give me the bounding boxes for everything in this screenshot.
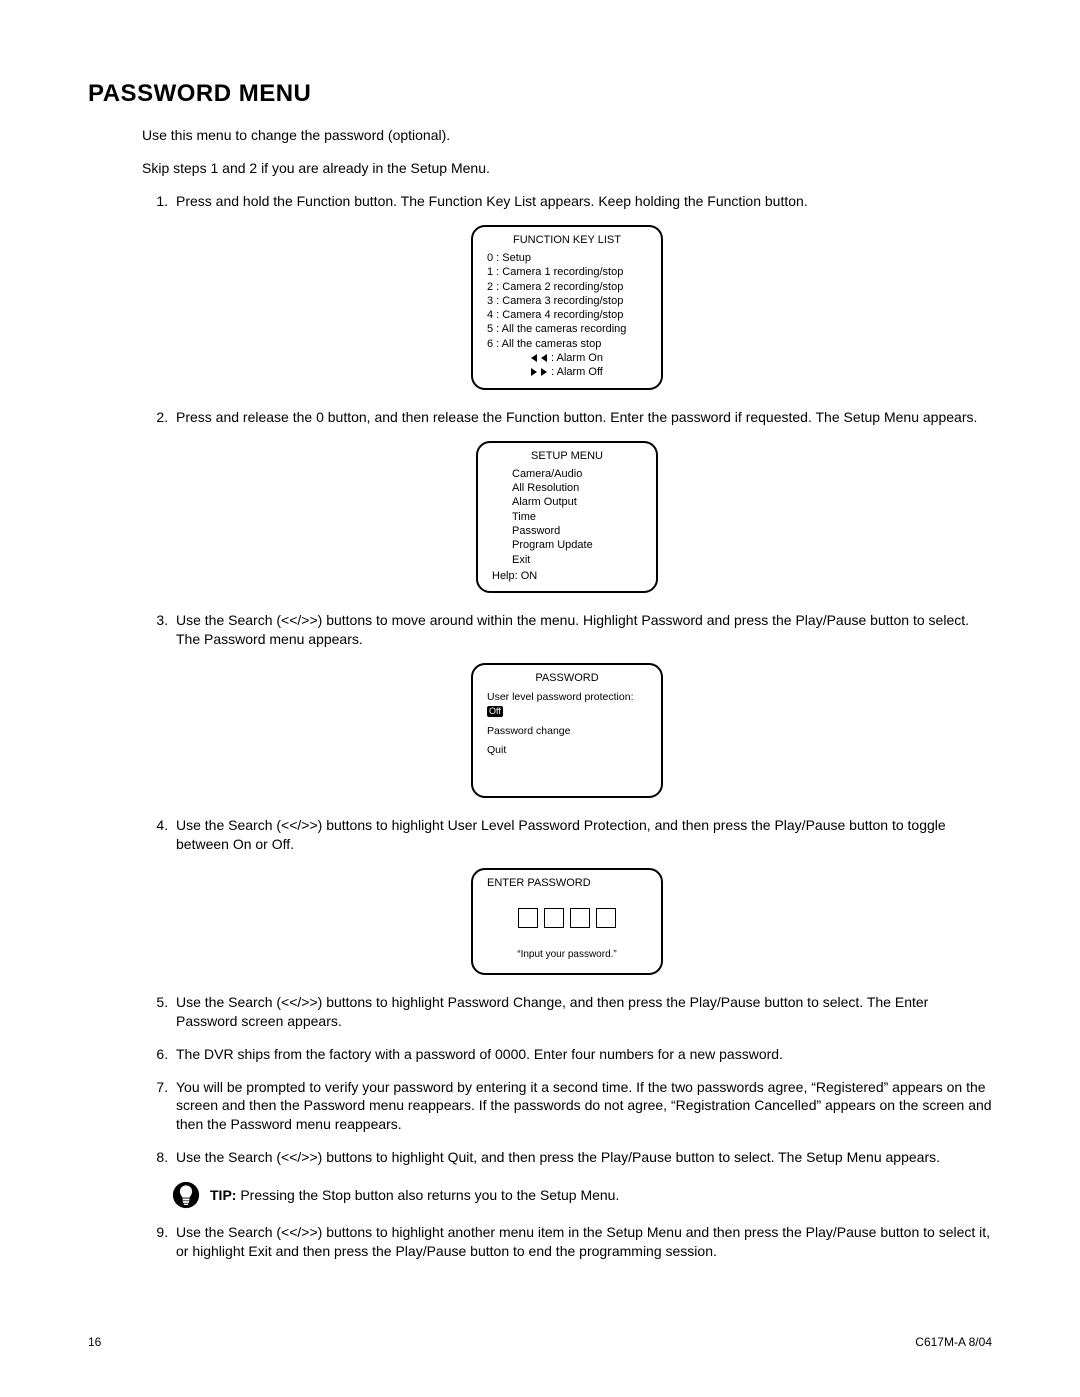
enter-password-msg: “Input your password.” xyxy=(487,948,647,961)
setup-item-6: Exit xyxy=(512,553,642,567)
step-3: Use the Search (<</>>) buttons to move a… xyxy=(172,611,992,649)
setup-item-5: Program Update xyxy=(512,538,642,552)
setup-help: Help: ON xyxy=(492,569,642,583)
step-8: Use the Search (<</>>) buttons to highli… xyxy=(172,1148,992,1167)
step-7: You will be prompted to verify your pass… xyxy=(172,1078,992,1135)
step-5: Use the Search (<</>>) buttons to highli… xyxy=(172,993,992,1031)
intro-para-1: Use this menu to change the password (op… xyxy=(142,126,992,145)
fkl-item-4: 4 : Camera 4 recording/stop xyxy=(487,308,647,322)
page-title: PASSWORD MENU xyxy=(88,80,992,108)
setup-item-2: Alarm Output xyxy=(512,495,642,509)
fkl-item-2: 2 : Camera 2 recording/stop xyxy=(487,280,647,294)
intro-para-2: Skip steps 1 and 2 if you are already in… xyxy=(142,159,992,178)
rewind-icon xyxy=(531,354,537,362)
forward-icon xyxy=(531,368,537,376)
step-9: Use the Search (<</>>) buttons to highli… xyxy=(172,1223,992,1261)
pwd-row1-value: Off xyxy=(487,706,503,717)
setup-title: SETUP MENU xyxy=(492,449,642,463)
fkl-alarm-off: : Alarm Off xyxy=(551,365,603,379)
pwd-row2: Password change xyxy=(487,725,647,739)
fkl-item-5: 5 : All the cameras recording xyxy=(487,322,647,336)
password-input-boxes xyxy=(487,908,647,928)
doc-id: C617M-A 8/04 xyxy=(915,1335,992,1349)
fkl-item-0: 0 : Setup xyxy=(487,251,647,265)
fkl-title: FUNCTION KEY LIST xyxy=(487,233,647,247)
enter-password-title: ENTER PASSWORD xyxy=(487,876,647,890)
tip-text: Pressing the Stop button also returns yo… xyxy=(236,1187,619,1203)
password-menu-box: PASSWORD User level password protection:… xyxy=(471,663,663,798)
page-number: 16 xyxy=(88,1335,101,1349)
step-6: The DVR ships from the factory with a pa… xyxy=(172,1045,992,1064)
fkl-item-1: 1 : Camera 1 recording/stop xyxy=(487,265,647,279)
tip-text-container: TIP: Pressing the Stop button also retur… xyxy=(210,1186,619,1205)
tip-label: TIP: xyxy=(210,1187,236,1203)
fkl-item-6: 6 : All the cameras stop xyxy=(487,337,647,351)
step-1: Press and hold the Function button. The … xyxy=(172,192,992,211)
setup-item-1: All Resolution xyxy=(512,481,642,495)
step-4: Use the Search (<</>>) buttons to highli… xyxy=(172,816,992,854)
pwd-row1-label: User level password protection: xyxy=(487,691,633,703)
fkl-item-3: 3 : Camera 3 recording/stop xyxy=(487,294,647,308)
rewind-icon xyxy=(541,354,547,362)
pwd-row3: Quit xyxy=(487,744,647,758)
steps-list: Press and hold the Function button. The … xyxy=(142,192,992,211)
setup-menu-box: SETUP MENU Camera/Audio All Resolution A… xyxy=(476,441,658,594)
step-2: Press and release the 0 button, and then… xyxy=(172,408,992,427)
function-key-list-box: FUNCTION KEY LIST 0 : Setup 1 : Camera 1… xyxy=(471,225,663,390)
setup-item-4: Password xyxy=(512,524,642,538)
setup-item-3: Time xyxy=(512,510,642,524)
password-title: PASSWORD xyxy=(487,671,647,685)
enter-password-box: ENTER PASSWORD “Input your password.” xyxy=(471,868,663,975)
lightbulb-icon xyxy=(172,1181,200,1209)
setup-item-0: Camera/Audio xyxy=(512,467,642,481)
fkl-alarm-on: : Alarm On xyxy=(551,351,603,365)
forward-icon xyxy=(541,368,547,376)
